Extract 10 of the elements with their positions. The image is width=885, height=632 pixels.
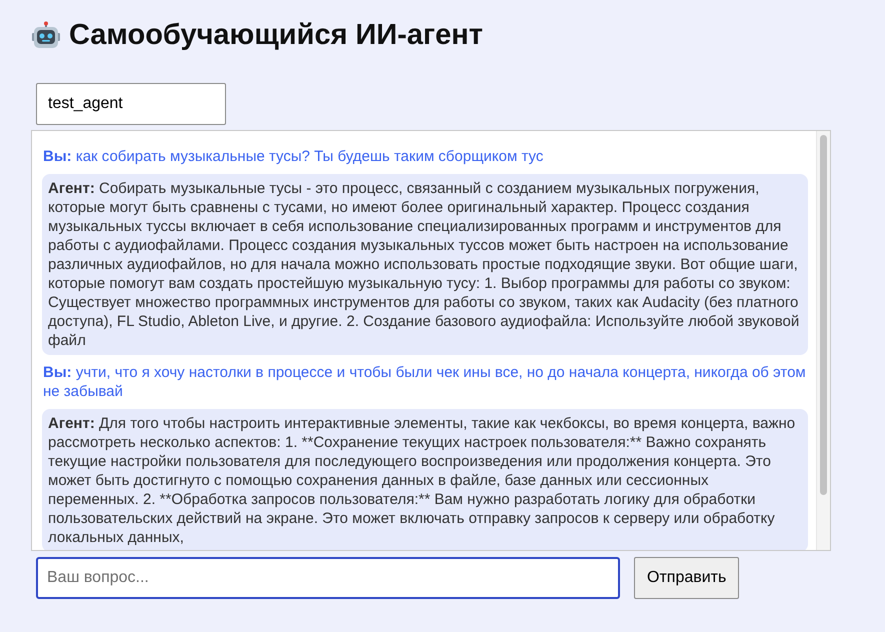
agent-name-field[interactable]: test_agent xyxy=(36,83,226,125)
question-field[interactable]: Ваш вопрос... xyxy=(36,557,620,599)
agent-message: Агент: Собирать музыкальные тусы - это процесс, связанный с созданием музыкальных погружения, которые могут быть сравнены с тусами, но имеют более оригинальный характер. Процесс создания музыкальных туссы включает в себя использование специализированных программ и инструментов для работы с аудиофайлами. Процесс создания музыкальных туссов может быть настроен на использование различных аудиофайлов, но для начала можно использовать простые подходящие звуки. Вот общие шаги, которые помогут вам создать простейшую музыкальную тусу: 1. Выбор программы для работы со звуком: Существует множество программных инструментов для работы со звуком, таких как Audacity (без платного доступа), FL Studio, Ableton Live, и другие. 2. Создание базового аудиофайла: Используйте любой звуковой файл xyxy=(42,174,808,355)
scrollbar[interactable] xyxy=(816,131,830,550)
page-title: Самообучающийся ИИ-агент xyxy=(69,18,483,54)
send-button[interactable]: Отправить xyxy=(634,557,740,599)
user-message: Вы: учти, что я хочу настолки в процессе и чтобы были чек ины все, но до начала концерта, никогда об этом не забывай xyxy=(42,363,807,401)
agent-message: Агент: Для того чтобы настроить интерактивные элементы, такие как чекбоксы, во время концерта, важно рассмотреть несколько аспектов: 1. **Сохранение текущих настроек пользователя:** Важно сохранять текущие настройки пользователя для последующего воспроизведения или продолжения концерта. Это может быть достигнуто с помощью сохранения данных в файле, базе данных или сессионных переменных. 2. **Обработка запросов пользователя:** Вам нужно разработать логику для обработки пользовательских действий на экране. Это может включать отправку запросов к серверу или обработку локальных данных, xyxy=(42,409,808,550)
robot-icon xyxy=(31,21,61,51)
user-message: Вы: как собирать музыкальные тусы? Ты будешь таким сборщиком тус xyxy=(42,147,544,166)
